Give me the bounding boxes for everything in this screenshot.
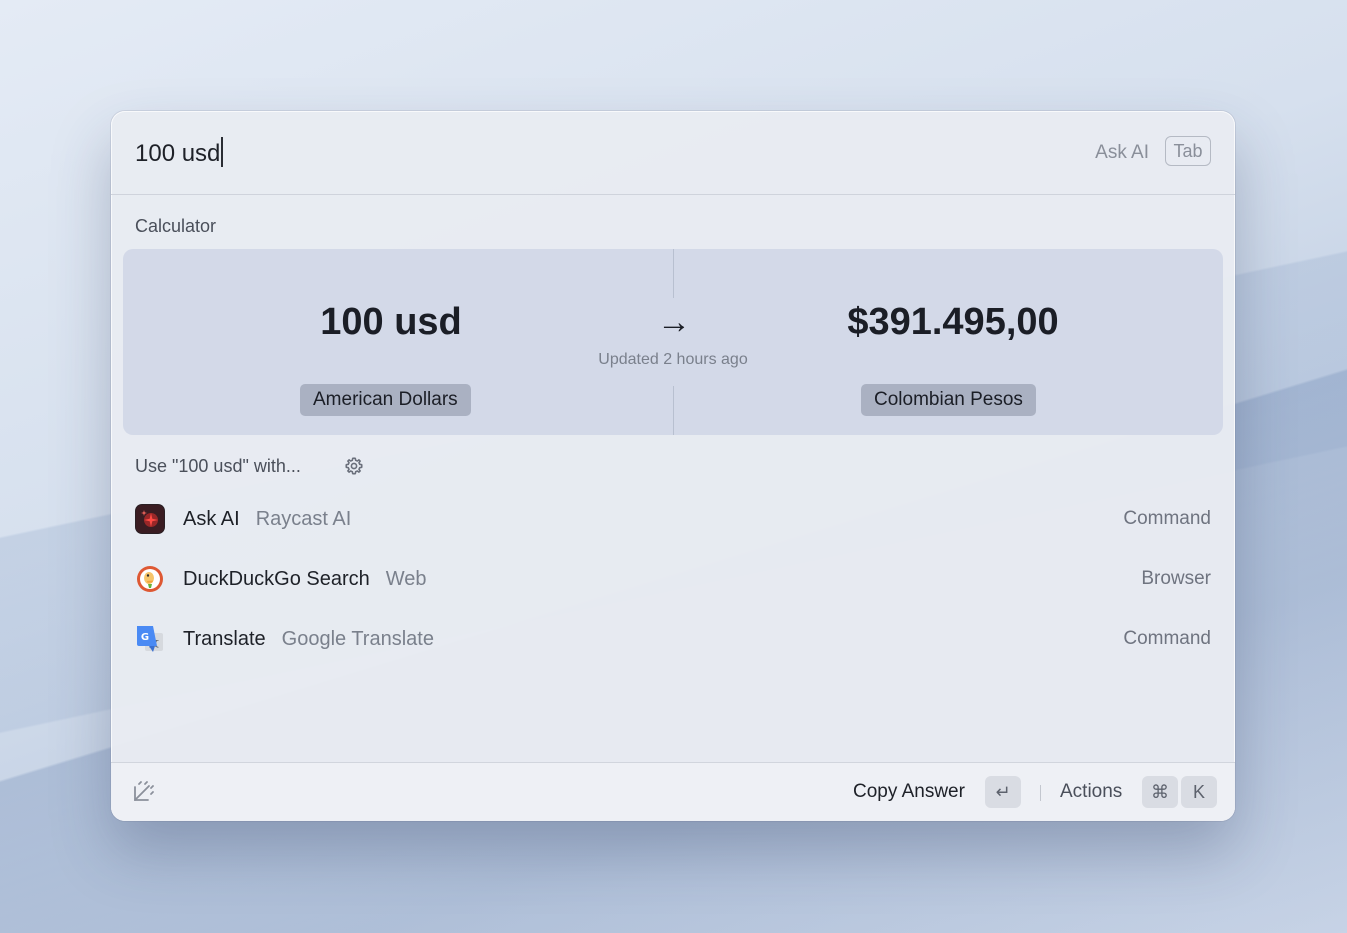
k-key-badge: K [1181, 776, 1217, 808]
list-item-title: DuckDuckGo Search [183, 568, 370, 590]
svg-text:G: G [141, 632, 149, 643]
command-key-badge: ⌘ [1142, 776, 1178, 808]
card-divider [673, 249, 674, 298]
list-item-type: Command [1123, 508, 1211, 529]
list-item-subtitle: Raycast AI [255, 508, 352, 530]
search-input[interactable]: 100 usd [135, 137, 224, 168]
tab-key-badge[interactable]: Tab [1165, 136, 1211, 166]
text-caret [221, 137, 224, 167]
raycast-ai-icon [135, 504, 165, 534]
list-item-title: Translate [183, 628, 266, 650]
list-item-duckduckgo-search[interactable]: DuckDuckGo Search Web Browser [111, 549, 1235, 609]
launcher-window: 100 usd Ask AI Tab Calculator 100 usd → … [111, 111, 1235, 821]
output-unit-badge: Colombian Pesos [861, 384, 1036, 416]
list-item-title-wrap: DuckDuckGo Search Web [183, 568, 427, 591]
gear-icon[interactable] [344, 456, 364, 476]
list-item-ask-ai[interactable]: Ask AI Raycast AI Command [111, 489, 1235, 549]
ask-ai-hint[interactable]: Ask AI [1095, 142, 1149, 164]
list-item-title-wrap: Ask AI Raycast AI [183, 508, 351, 531]
updated-timestamp: Updated 2 hours ago [598, 351, 748, 368]
calculator-result-card[interactable]: 100 usd → $391.495,00 Updated 2 hours ag… [123, 249, 1223, 435]
action-bar: Copy Answer ↵ Actions ⌘ K [111, 762, 1235, 821]
list-item-title-wrap: Translate Google Translate [183, 628, 434, 651]
copy-answer-button[interactable]: Copy Answer [853, 781, 965, 803]
actions-button[interactable]: Actions [1060, 781, 1122, 803]
list-item-translate[interactable]: 文 G Translate Google Translate Command [111, 609, 1235, 669]
calculator-section-title: Calculator [135, 216, 217, 236]
list-item-title: Ask AI [183, 508, 240, 530]
calculator-output-value: $391.495,00 [847, 301, 1059, 343]
search-query: 100 usd [135, 140, 221, 167]
card-divider [673, 386, 674, 435]
raycast-logo-icon[interactable] [129, 778, 157, 806]
duckduckgo-icon [137, 566, 163, 592]
fallback-section-title: Use "100 usd" with... [135, 456, 301, 476]
arrow-right-icon: → [657, 303, 691, 341]
list-item-type: Browser [1141, 568, 1211, 589]
input-unit-badge: American Dollars [300, 384, 471, 416]
list-item-subtitle: Web [385, 568, 427, 590]
list-item-subtitle: Google Translate [281, 628, 434, 650]
search-bar[interactable]: 100 usd Ask AI Tab [111, 111, 1235, 195]
calculator-input-value: 100 usd [320, 301, 462, 343]
list-item-type: Command [1123, 628, 1211, 649]
google-translate-icon: 文 G [137, 626, 163, 652]
return-key-badge: ↵ [985, 776, 1021, 808]
footer-separator [1040, 785, 1041, 801]
